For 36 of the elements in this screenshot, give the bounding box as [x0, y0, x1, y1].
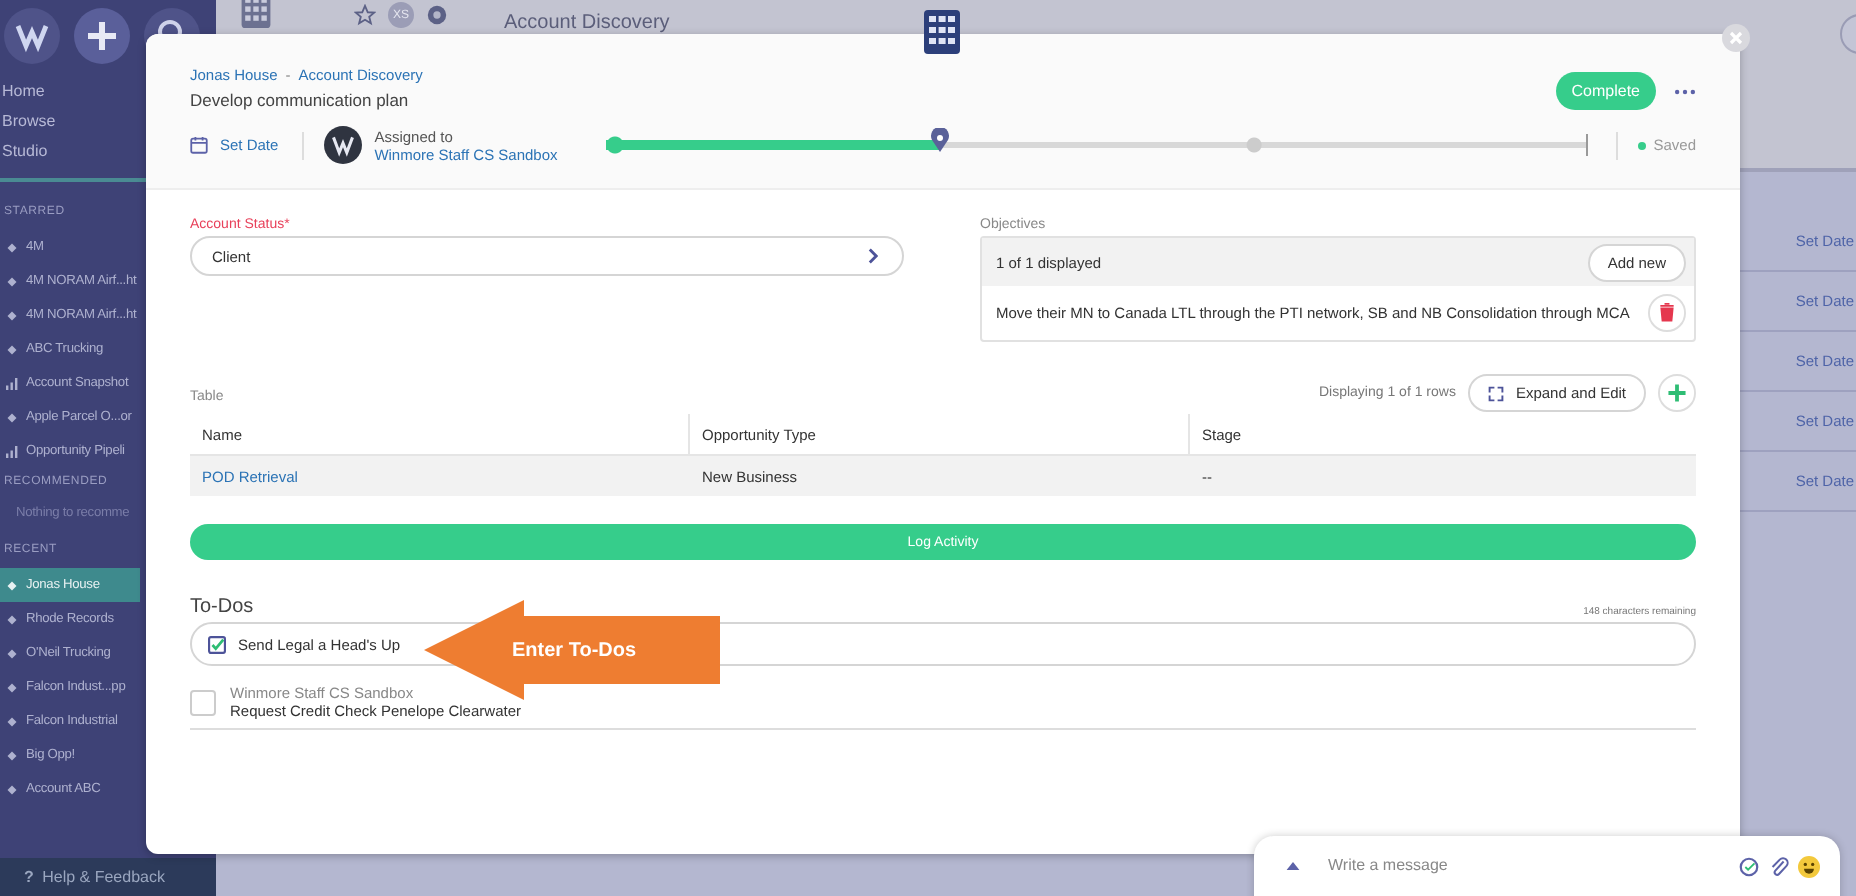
progress-thumb[interactable]: [929, 128, 950, 152]
task-title: Develop communication plan: [190, 90, 411, 110]
caret-icon[interactable]: [1286, 862, 1300, 870]
diamond-icon: [6, 411, 18, 423]
grid-icon[interactable]: [240, 0, 272, 28]
add-icon[interactable]: [74, 8, 130, 64]
diamond-icon: [6, 579, 18, 591]
checkbox[interactable]: [190, 689, 216, 715]
section-title: To-Dos: [190, 596, 254, 618]
diamond-icon: [6, 681, 18, 693]
avatar-icon: [324, 126, 363, 164]
chevron-icon: [868, 248, 878, 264]
diamond-icon: [6, 241, 18, 253]
diamond-icon: [6, 749, 18, 761]
diamond-icon: [6, 783, 18, 795]
building-icon: [924, 10, 960, 54]
smiley-icon[interactable]: [1798, 856, 1820, 878]
diamond-icon: [6, 309, 18, 321]
checkbox-icon: [208, 635, 226, 653]
star-icon[interactable]: [354, 4, 376, 26]
callout-text: Enter To-Dos: [512, 640, 637, 662]
diamond-icon: [6, 613, 18, 625]
expand-icon: [1487, 385, 1504, 401]
help-link[interactable]: ? Help & Feedback: [0, 858, 216, 896]
message-field[interactable]: Write a message: [1328, 856, 1448, 874]
calendar-icon[interactable]: [190, 136, 208, 154]
diamond-icon: [6, 715, 18, 727]
paperclip-icon[interactable]: [1768, 856, 1790, 878]
diamond-icon: [6, 275, 18, 287]
bar-chart-icon: [6, 445, 18, 457]
trash-icon[interactable]: [1648, 294, 1686, 332]
page-title: Account Discovery: [504, 12, 670, 34]
logo-icon[interactable]: [4, 8, 60, 64]
diamond-icon: [6, 343, 18, 355]
bar-chart-icon: [6, 377, 18, 389]
diamond-icon: [6, 647, 18, 659]
